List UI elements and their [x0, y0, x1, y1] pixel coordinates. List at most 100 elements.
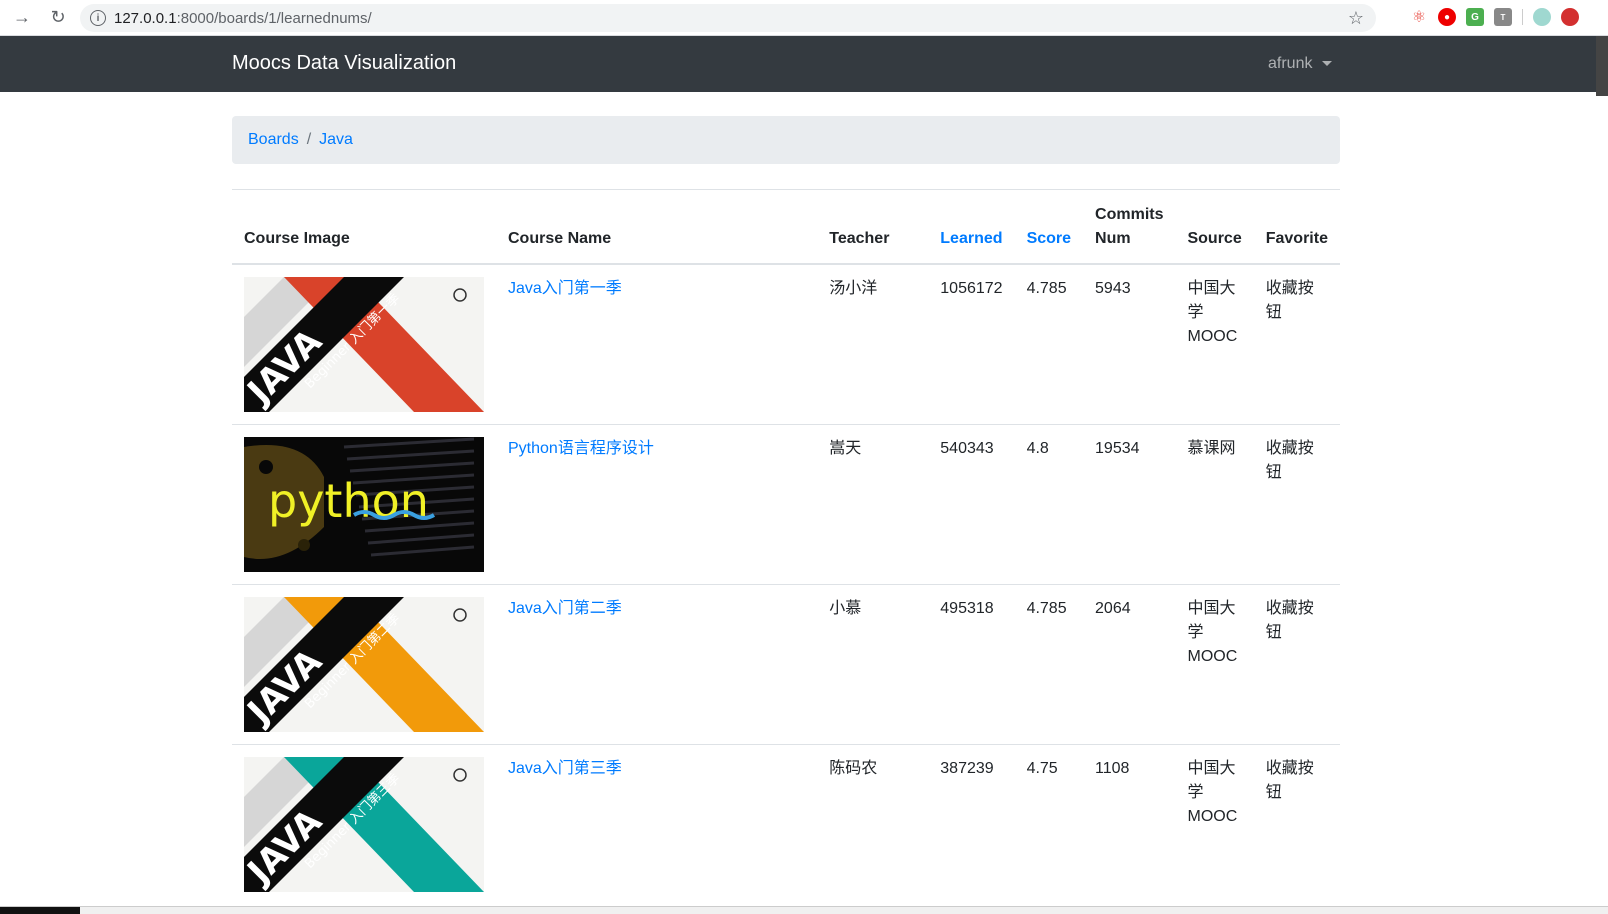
- favorite-button[interactable]: 收藏按钮: [1266, 280, 1314, 321]
- breadcrumb-java[interactable]: Java: [319, 131, 353, 149]
- cell-name: Java入门第一季: [496, 263, 818, 424]
- table-row: JAVA Beginner 入门第二季 Java入门第二季 小慕 495318 4.785…: [232, 583, 1340, 744]
- cell-course-image: JAVA Beginner 入门第三季: [232, 743, 496, 904]
- cell-learned: 387239: [928, 743, 1015, 904]
- cell-teacher: 小慕: [817, 583, 929, 744]
- extension-share-icon[interactable]: ⚛: [1410, 8, 1428, 26]
- cell-commits: 1108: [1083, 743, 1176, 904]
- cell-commits: 2064: [1083, 583, 1176, 744]
- cell-teacher: 汤小洋: [817, 263, 929, 424]
- header-commits-num: Commits Num: [1083, 189, 1176, 265]
- cell-favorite: 收藏按钮: [1253, 583, 1340, 744]
- cell-source: 中国大学MOOC: [1175, 743, 1254, 904]
- cell-course-image: python: [232, 423, 496, 584]
- toolbar-divider: [1522, 9, 1523, 25]
- reload-icon[interactable]: ↻: [44, 4, 72, 32]
- scrollbar[interactable]: [1596, 36, 1608, 96]
- cell-score: 4.785: [1014, 263, 1084, 424]
- cell-source: 慕课网: [1187, 439, 1236, 457]
- thumb-title: python: [268, 474, 429, 528]
- extension-icons: ⚛ ● G T: [1410, 8, 1579, 26]
- favorite-button[interactable]: 收藏按钮: [1266, 440, 1314, 481]
- cell-favorite: 收藏按钮: [1253, 743, 1340, 904]
- cell-learned: 495318: [940, 599, 994, 617]
- cell-name: Python语言程序设计: [496, 423, 818, 584]
- extension-google-icon[interactable]: G: [1466, 8, 1484, 26]
- cell-learned: 495318: [928, 583, 1015, 744]
- course-thumbnail: JAVA Beginner 入门第二季: [244, 596, 484, 732]
- course-thumbnail: JAVA Beginner 入门第一季: [244, 276, 484, 412]
- breadcrumb-separator: /: [306, 131, 312, 148]
- navbar: Moocs Data Visualization afrunk: [0, 36, 1608, 92]
- cell-commits: 2064: [1095, 599, 1131, 617]
- table-body: JAVA Beginner 入门第一季 Java入门第一季 汤小洋 1056172 4.7…: [232, 263, 1340, 904]
- username: afrunk: [1268, 55, 1313, 72]
- breadcrumb: Boards / Java: [232, 116, 1340, 164]
- extension-bulb-icon[interactable]: [1533, 8, 1551, 26]
- address-bar[interactable]: i 127.0.0.1:8000/boards/1/learnednums/ ☆: [80, 4, 1376, 32]
- cell-score: 4.75: [1026, 759, 1058, 777]
- cell-commits: 5943: [1083, 263, 1176, 424]
- favorite-button[interactable]: 收藏按钮: [1266, 760, 1314, 801]
- header-learned-sort[interactable]: Learned: [928, 189, 1015, 265]
- course-name-link[interactable]: Java入门第三季: [508, 760, 622, 777]
- cell-learned: 540343: [928, 423, 1015, 584]
- cell-learned: 540343: [940, 439, 994, 457]
- info-icon[interactable]: i: [90, 10, 106, 26]
- cell-source: 中国大学MOOC: [1187, 759, 1238, 825]
- cell-source: 中国大学MOOC: [1175, 583, 1254, 744]
- cell-commits: 19534: [1083, 423, 1176, 584]
- cell-learned: 1056172: [940, 279, 1003, 297]
- navbar-brand[interactable]: Moocs Data Visualization: [232, 52, 456, 75]
- cell-teacher: 小慕: [829, 599, 862, 617]
- taskbar: [0, 906, 1608, 914]
- header-score-sort[interactable]: Score: [1014, 189, 1084, 265]
- cell-learned: 387239: [940, 759, 994, 777]
- cell-teacher: 汤小洋: [829, 279, 878, 297]
- cell-source: 中国大学MOOC: [1175, 263, 1254, 424]
- cell-source: 中国大学MOOC: [1187, 599, 1238, 665]
- table-row: JAVA Beginner 入门第一季 Java入门第一季 汤小洋 1056172 4.7…: [232, 263, 1340, 424]
- course-name-link[interactable]: Java入门第二季: [508, 600, 622, 617]
- cell-source: 中国大学MOOC: [1187, 279, 1238, 345]
- url-host: 127.0.0.1: [114, 9, 177, 27]
- cell-learned: 1056172: [928, 263, 1015, 424]
- table-row: JAVA Beginner 入门第三季 Java入门第三季 陈码农 387239 4.75…: [232, 743, 1340, 904]
- course-name-link[interactable]: Python语言程序设计: [508, 440, 654, 457]
- cell-course-image: JAVA Beginner 入门第一季: [232, 263, 496, 424]
- cell-name: Java入门第二季: [496, 583, 818, 744]
- bookmark-star-icon[interactable]: ☆: [1348, 8, 1364, 29]
- cell-commits: 5943: [1095, 279, 1131, 297]
- course-thumbnail: JAVA Beginner 入门第三季: [244, 756, 484, 892]
- user-dropdown[interactable]: afrunk: [1268, 55, 1333, 73]
- header-course-name: Course Name: [496, 189, 818, 265]
- url-path: :8000/boards/1/learnednums/: [176, 9, 372, 27]
- favorite-button[interactable]: 收藏按钮: [1266, 600, 1314, 641]
- taskbar-start[interactable]: [0, 907, 80, 914]
- cell-teacher: 嵩天: [817, 423, 929, 584]
- cell-name: Java入门第三季: [496, 743, 818, 904]
- forward-icon[interactable]: →: [8, 4, 36, 32]
- course-name-link[interactable]: Java入门第一季: [508, 280, 622, 297]
- browser-toolbar: → ↻ i 127.0.0.1:8000/boards/1/learnednum…: [0, 0, 1608, 36]
- breadcrumb-boards[interactable]: Boards: [248, 131, 299, 149]
- cell-teacher: 陈码农: [829, 759, 878, 777]
- url-text[interactable]: 127.0.0.1:8000/boards/1/learnednums/: [114, 10, 372, 27]
- cell-source: 慕课网: [1175, 423, 1254, 584]
- caret-down-icon: [1322, 61, 1333, 67]
- header-teacher: Teacher: [817, 189, 929, 265]
- cell-score: 4.75: [1014, 743, 1084, 904]
- cell-teacher: 陈码农: [817, 743, 929, 904]
- cell-score: 4.785: [1026, 599, 1067, 617]
- cell-favorite: 收藏按钮: [1253, 263, 1340, 424]
- header-favorite: Favorite: [1253, 189, 1340, 265]
- extension-tex-icon[interactable]: T: [1494, 8, 1512, 26]
- table-header-row: Course Image Course Name Teacher Learned…: [232, 189, 1340, 265]
- header-course-image: Course Image: [232, 189, 496, 265]
- table-row: python Python语言程序设计 嵩天 540343 4.8 19534 慕课网 收藏按…: [232, 423, 1340, 584]
- extension-red-icon[interactable]: [1561, 8, 1579, 26]
- cell-course-image: JAVA Beginner 入门第二季: [232, 583, 496, 744]
- extension-adblock-icon[interactable]: ●: [1438, 8, 1456, 26]
- cell-score: 4.785: [1026, 279, 1067, 297]
- cell-score: 4.8: [1014, 423, 1084, 584]
